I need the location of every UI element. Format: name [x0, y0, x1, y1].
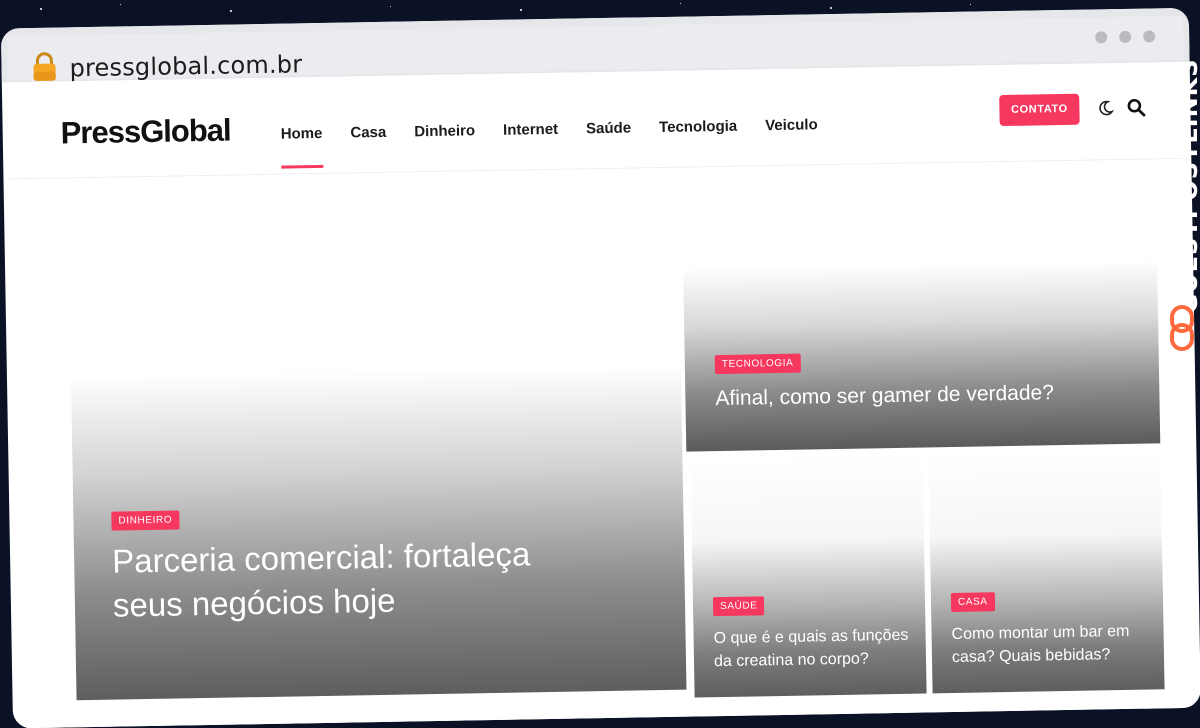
- nav-item-internet[interactable]: Internet: [503, 121, 559, 165]
- nav-item-veiculo[interactable]: Veiculo: [765, 116, 818, 160]
- post-title[interactable]: Como montar um bar em casa? Quais bebida…: [951, 619, 1157, 669]
- category-tag[interactable]: DINHEIRO: [111, 510, 180, 531]
- window-dot[interactable]: [1119, 30, 1132, 44]
- window-dot[interactable]: [1095, 31, 1108, 44]
- lock-icon: [33, 52, 56, 81]
- window-controls: [1095, 30, 1156, 44]
- post-title[interactable]: Parceria comercial: fortaleça seus negóc…: [112, 532, 533, 627]
- nav-item-tecnologia[interactable]: Tecnologia: [659, 118, 738, 162]
- site-logo[interactable]: PressGlobal: [60, 113, 231, 152]
- post-title[interactable]: Afinal, como ser gamer de verdade?: [715, 378, 1135, 412]
- search-icon[interactable]: [1126, 98, 1146, 118]
- nav-item-dinheiro[interactable]: Dinheiro: [414, 122, 476, 166]
- featured-post-bottom-right[interactable]: CASA Como montar um bar em casa? Quais b…: [928, 449, 1165, 694]
- featured-post-main[interactable]: DINHEIRO Parceria comercial: fortaleça s…: [67, 189, 687, 701]
- watermark-text: GUESTPOSTLINKS: [1175, 58, 1200, 314]
- post-title[interactable]: O que é e quais as funções da creatina n…: [713, 624, 919, 674]
- featured-grid: DINHEIRO Parceria comercial: fortaleça s…: [9, 158, 1196, 728]
- featured-post-top[interactable]: TECNOLOGIA Afinal, como ser gamer de ver…: [681, 181, 1161, 452]
- nav-item-home[interactable]: Home: [281, 125, 323, 169]
- category-tag[interactable]: CASA: [950, 592, 995, 613]
- nav-item-casa[interactable]: Casa: [350, 124, 387, 168]
- link-icon: [1170, 305, 1194, 351]
- main-nav: Home Casa Dinheiro Internet Saúde Tecnol…: [281, 116, 819, 168]
- browser-window: pressglobal.com.br PressGlobal Home Casa…: [0, 7, 1200, 728]
- featured-post-bottom-left[interactable]: SAÚDE O que é e quais as funções da crea…: [690, 453, 927, 698]
- nav-item-saude[interactable]: Saúde: [586, 120, 632, 164]
- window-dot[interactable]: [1143, 30, 1156, 43]
- contact-button[interactable]: CONTATO: [999, 93, 1080, 127]
- category-tag[interactable]: TECNOLOGIA: [714, 353, 801, 375]
- category-tag[interactable]: SAÚDE: [712, 596, 765, 617]
- moon-icon[interactable]: [1096, 99, 1115, 117]
